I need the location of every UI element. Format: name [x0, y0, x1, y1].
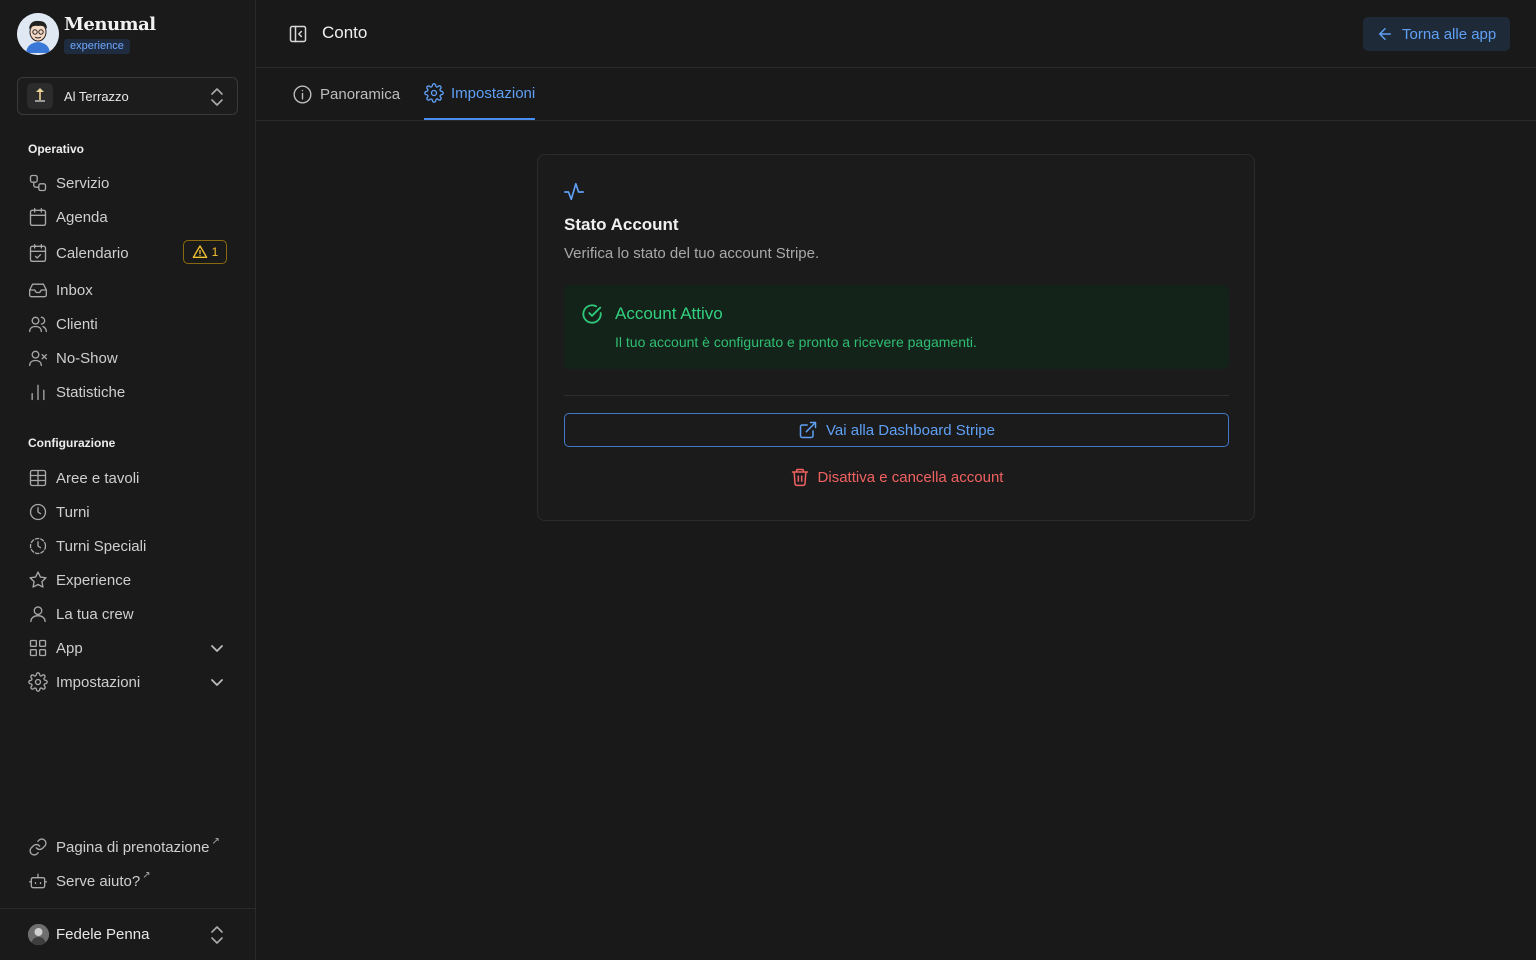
delete-account-label: Disattiva e cancella account [817, 468, 1004, 486]
sidebar-item-label: Inbox [56, 281, 93, 299]
sidebar-item-servizio[interactable]: Servizio [18, 168, 238, 198]
sidebar-item-inbox[interactable]: Inbox [18, 275, 238, 305]
clock-icon [28, 502, 48, 522]
topbar: Conto Torna alle app [256, 0, 1536, 68]
calendar-icon [28, 207, 48, 227]
sidebar-item-label: Clienti [56, 315, 98, 333]
chevron-down-icon[interactable] [209, 640, 225, 656]
users-icon [28, 314, 48, 334]
brand-logo-icon [17, 13, 59, 55]
sidebar: Menumal experience Al Terrazzo Operativo… [0, 0, 256, 960]
workflow-icon [28, 173, 48, 193]
activity-icon [563, 181, 585, 203]
delete-account-button[interactable]: Disattiva e cancella account [564, 463, 1229, 491]
external-link-icon: ↗ [142, 869, 151, 881]
sidebar-item-label: Turni Speciali [56, 537, 147, 555]
gear-icon [28, 672, 48, 692]
venue-selector[interactable]: Al Terrazzo [17, 77, 238, 115]
sidebar-item-label: Agenda [56, 208, 108, 226]
info-icon [292, 84, 313, 105]
avatar [28, 924, 49, 945]
tab-label: Panoramica [320, 85, 401, 103]
warning-triangle-icon [192, 244, 208, 260]
inbox-icon [28, 280, 48, 300]
sidebar-item-label: Calendario [56, 244, 129, 262]
sidebar-item-label: Aree e tavoli [56, 469, 140, 487]
venue-name: Al Terrazzo [64, 88, 129, 104]
help-link[interactable]: Serve aiuto? ↗ [18, 866, 238, 896]
user-name: Fedele Penna [56, 926, 150, 943]
sidebar-item-label: App [56, 639, 83, 657]
star-icon [28, 570, 48, 590]
sidebar-item-turni-speciali[interactable]: Turni Speciali [18, 531, 238, 561]
status-box: Account Attivo Il tuo account è configur… [564, 285, 1229, 369]
sidebar-item-clienti[interactable]: Clienti [18, 309, 238, 339]
booking-page-link[interactable]: Pagina di prenotazione ↗ [18, 832, 238, 862]
brand-badge: experience [64, 39, 130, 54]
status-description: Il tuo account è configurato e pronto a … [615, 334, 977, 350]
user-menu[interactable]: Fedele Penna [0, 908, 255, 960]
grid-icon [28, 638, 48, 658]
venue-logo-icon [27, 83, 53, 109]
chevron-down-icon[interactable] [209, 674, 225, 690]
sidebar-item-agenda[interactable]: Agenda [18, 202, 238, 232]
warning-badge[interactable]: 1 [183, 240, 227, 264]
tab-label: Impostazioni [451, 84, 536, 102]
page-title: Conto [322, 23, 368, 42]
sidebar-item-label: La tua crew [56, 605, 134, 623]
chevrons-up-down-icon [209, 925, 225, 945]
clock-dashed-icon [28, 536, 48, 556]
bot-icon [28, 871, 48, 891]
account-status-card: Stato Account Verifica lo stato del tuo … [537, 154, 1255, 521]
back-to-apps-label: Torna alle app [1402, 25, 1497, 43]
table-icon [28, 468, 48, 488]
arrow-left-icon [1376, 25, 1394, 43]
sidebar-item-impostazioni[interactable]: Impostazioni [18, 667, 238, 697]
sidebar-item-label: Statistiche [56, 383, 126, 401]
user-x-icon [28, 348, 48, 368]
stripe-dashboard-label: Vai alla Dashboard Stripe [826, 421, 995, 439]
section-label-configurazione: Configurazione [28, 436, 116, 450]
back-to-apps-button[interactable]: Torna alle app [1363, 17, 1510, 51]
card-subtitle: Verifica lo stato del tuo account Stripe… [564, 245, 820, 262]
sidebar-item-label: Servizio [56, 174, 110, 192]
sidebar-item-label: No-Show [56, 349, 118, 367]
section-label-operativo: Operativo [28, 142, 85, 156]
user-icon [28, 604, 48, 624]
divider [564, 395, 1229, 396]
check-circle-icon [581, 303, 603, 325]
chevrons-up-down-icon [209, 87, 225, 107]
calendar-check-icon [28, 243, 48, 263]
stripe-dashboard-button[interactable]: Vai alla Dashboard Stripe [564, 413, 1229, 447]
sidebar-item-label: Experience [56, 571, 132, 589]
external-link-icon: ↗ [211, 835, 220, 847]
sidebar-item-calendario[interactable]: Calendario 1 [18, 238, 238, 268]
sidebar-item-label: Pagina di prenotazione [56, 838, 210, 856]
sidebar-item-la-tua-crew[interactable]: La tua crew [18, 599, 238, 629]
brand[interactable]: Menumal experience [17, 13, 156, 55]
trash-icon [790, 467, 810, 487]
status-title: Account Attivo [615, 304, 723, 323]
tab-impostazioni[interactable]: Impostazioni [424, 68, 536, 120]
sidebar-item-statistiche[interactable]: Statistiche [18, 377, 238, 407]
gear-icon [424, 83, 444, 103]
sidebar-toggle-icon[interactable] [288, 24, 308, 44]
warning-count: 1 [211, 245, 219, 259]
card-title: Stato Account [564, 215, 679, 234]
link-icon [28, 837, 48, 857]
sidebar-item-label: Serve aiuto? [56, 872, 141, 890]
bar-chart-icon [28, 382, 48, 402]
sidebar-item-no-show[interactable]: No-Show [18, 343, 238, 373]
external-link-icon [798, 420, 818, 440]
sidebar-item-aree-e-tavoli[interactable]: Aree e tavoli [18, 463, 238, 493]
tab-bar: Panoramica Impostazioni [256, 68, 1536, 121]
sidebar-item-app[interactable]: App [18, 633, 238, 663]
sidebar-item-label: Turni [56, 503, 90, 521]
brand-name: Menumal [64, 14, 156, 35]
tab-panoramica[interactable]: Panoramica [292, 68, 400, 120]
sidebar-item-experience[interactable]: Experience [18, 565, 238, 595]
sidebar-item-turni[interactable]: Turni [18, 497, 238, 527]
sidebar-item-label: Impostazioni [56, 673, 141, 691]
